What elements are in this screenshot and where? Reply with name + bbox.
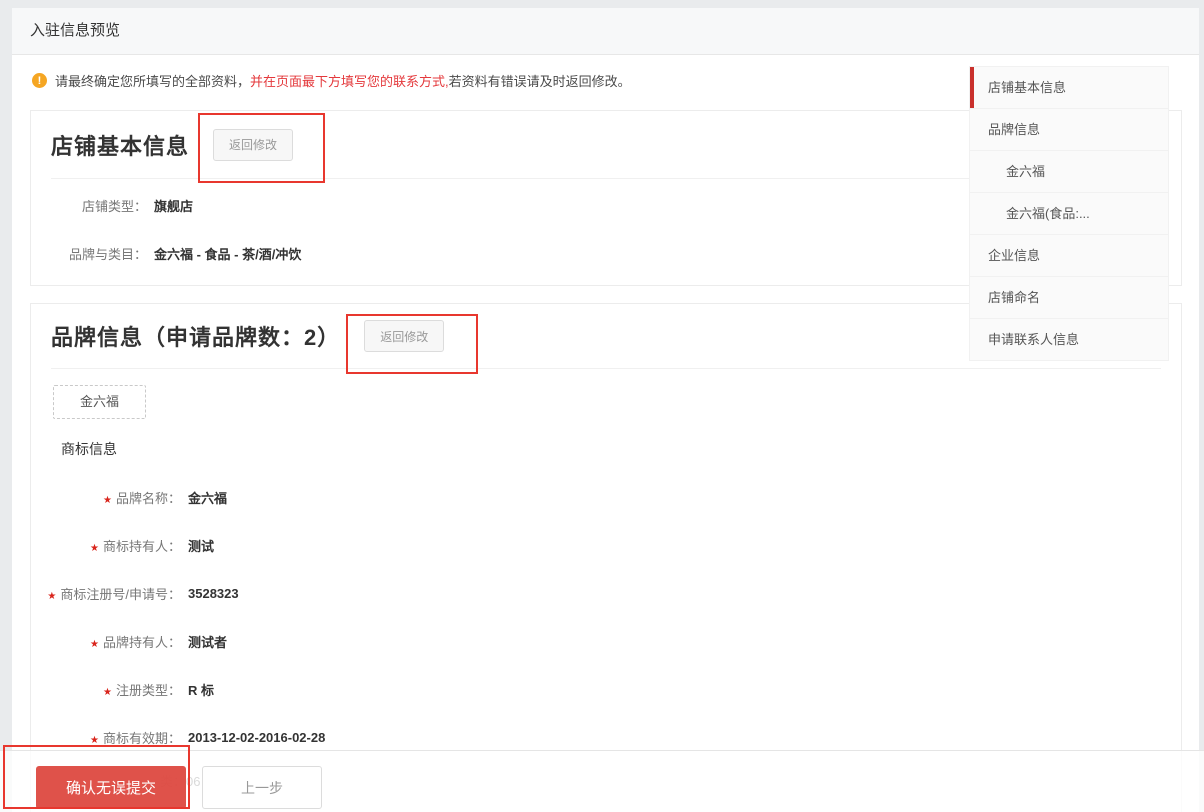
- sidebar-item-label: 企业信息: [988, 248, 1040, 263]
- field-value: 2013-12-02-2016-02-28: [188, 730, 325, 745]
- field-label-text: 店铺类型：: [82, 199, 147, 214]
- field-label: 店铺类型：: [31, 196, 147, 215]
- sidebar-item[interactable]: 金六福(食品:...: [970, 192, 1168, 234]
- field-row: ★ 商标注册号/申请号： 3528323: [31, 569, 1181, 617]
- required-star-icon: ★: [90, 639, 99, 650]
- sidebar-item-label: 金六福(食品:...: [1006, 206, 1090, 221]
- footer-bar: 确认无误提交 上一步: [0, 750, 1204, 812]
- brand-info-panel: 品牌信息（申请品牌数：2） 返回修改 金六福 商标信息 ★ 品牌名称： 金六福 ★…: [30, 303, 1182, 812]
- shop-edit-button[interactable]: 返回修改: [213, 129, 293, 161]
- required-star-icon: ★: [47, 591, 56, 602]
- field-label: ★ 注册类型：: [31, 680, 181, 699]
- sidebar-item[interactable]: 企业信息: [970, 234, 1168, 276]
- brand-fields: ★ 品牌名称： 金六福 ★ 商标持有人： 测试 ★ 商标注册号/申请号： 352832…: [31, 471, 1181, 761]
- field-label: ★ 品牌持有人：: [31, 632, 181, 651]
- field-value: R 标: [188, 680, 214, 699]
- field-label-text: 商标注册号/申请号：: [60, 587, 181, 602]
- field-value: 测试者: [188, 632, 227, 651]
- previous-step-button[interactable]: 上一步: [202, 766, 322, 809]
- sidebar-item[interactable]: 店铺基本信息: [970, 66, 1168, 108]
- required-star-icon: ★: [90, 543, 99, 554]
- sidebar-item-label: 店铺命名: [988, 290, 1040, 305]
- field-value: 测试: [188, 536, 214, 555]
- field-value: 金六福: [188, 488, 227, 507]
- sidebar-item[interactable]: 申请联系人信息: [970, 318, 1168, 360]
- field-value: 3528323: [188, 586, 239, 601]
- field-label-text: 注册类型：: [116, 683, 181, 698]
- sidebar-item-label: 品牌信息: [988, 122, 1040, 137]
- brand-edit-button[interactable]: 返回修改: [364, 320, 444, 352]
- field-label-text: 品牌名称：: [116, 491, 181, 506]
- sidebar-item[interactable]: 店铺命名: [970, 276, 1168, 318]
- field-label-text: 商标有效期：: [103, 731, 181, 746]
- field-label: 品牌与类目：: [31, 244, 147, 263]
- page-card: 入驻信息预览 ! 请最终确定您所填写的全部资料，并在页面最下方填写您的联系方式,…: [12, 8, 1199, 812]
- sidebar-item-label: 金六福: [1006, 164, 1045, 179]
- field-row: ★ 注册类型： R 标: [31, 665, 1181, 713]
- field-label: ★ 商标注册号/申请号：: [31, 584, 181, 603]
- sidebar-item[interactable]: 金六福: [970, 150, 1168, 192]
- notice-text-tail: 若资料有错误请及时返回修改。: [449, 74, 631, 89]
- field-label: ★ 品牌名称：: [31, 488, 181, 507]
- warning-icon: !: [32, 73, 47, 88]
- sidebar-item-label: 店铺基本信息: [988, 80, 1066, 95]
- field-label-text: 品牌与类目：: [69, 247, 147, 262]
- shop-info-title: 店铺基本信息: [51, 129, 189, 161]
- page-title: 入驻信息预览: [12, 8, 1199, 55]
- notice-text: 请最终确定您所填写的全部资料，并在页面最下方填写您的联系方式,若资料有错误请及时…: [55, 71, 631, 90]
- field-row: ★ 商标持有人： 测试: [31, 521, 1181, 569]
- notice-text-highlight: 并在页面最下方填写您的联系方式,: [250, 74, 449, 89]
- field-label-text: 商标持有人：: [103, 539, 181, 554]
- required-star-icon: ★: [103, 495, 112, 506]
- brand-info-title: 品牌信息（申请品牌数：2）: [51, 320, 340, 352]
- field-label-text: 品牌持有人：: [103, 635, 181, 650]
- field-value: 旗舰店: [154, 196, 193, 215]
- field-row: ★ 品牌名称： 金六福: [31, 473, 1181, 521]
- field-label: ★ 商标有效期：: [31, 728, 181, 747]
- field-value: 金六福 - 食品 - 茶/酒/冲饮: [154, 244, 301, 263]
- field-row: ★ 品牌持有人： 测试者: [31, 617, 1181, 665]
- field-label: ★ 商标持有人：: [31, 536, 181, 555]
- page-title-text: 入驻信息预览: [30, 22, 120, 39]
- anchor-nav-sidebar: 店铺基本信息 品牌信息 金六福 金六福(食品:... 企业信息 店铺命名 申请联…: [969, 66, 1169, 361]
- confirm-submit-button[interactable]: 确认无误提交: [36, 766, 186, 809]
- required-star-icon: ★: [103, 687, 112, 698]
- required-star-icon: ★: [90, 735, 99, 746]
- sidebar-item-label: 申请联系人信息: [988, 332, 1079, 347]
- brand-tab-jinliufu[interactable]: 金六福: [53, 385, 146, 419]
- trademark-info-subtitle: 商标信息: [61, 439, 1181, 459]
- sidebar-item[interactable]: 品牌信息: [970, 108, 1168, 150]
- notice-text-normal: 请最终确定您所填写的全部资料，: [55, 74, 250, 89]
